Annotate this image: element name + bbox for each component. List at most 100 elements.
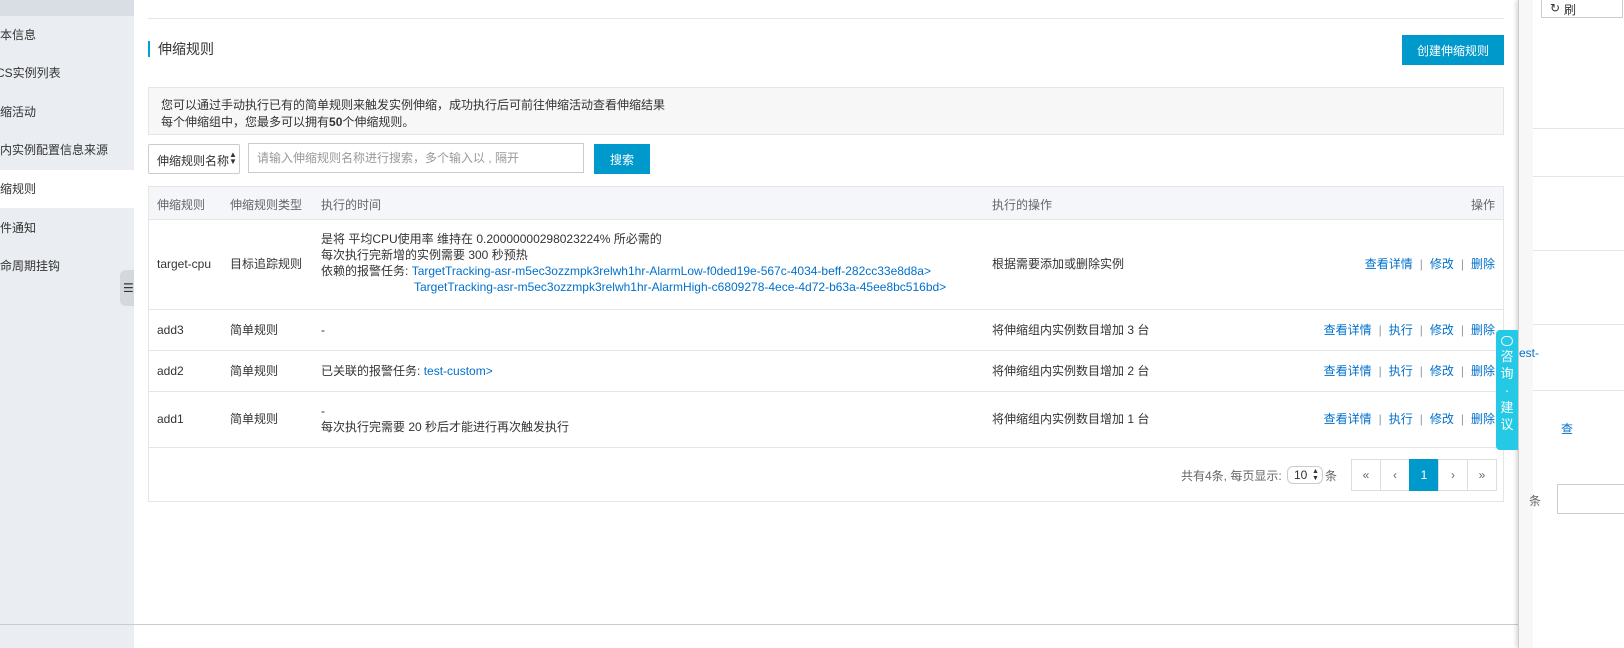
create-scaling-rule-button[interactable]: 创建伸缩规则 xyxy=(1402,35,1504,65)
notice-line-1: 您可以通过手动执行已有的简单规则来触发实例伸缩，成功执行后可前往伸缩活动查看伸缩… xyxy=(161,98,666,112)
header-operations: 操作 xyxy=(1470,198,1495,212)
search-filter-select[interactable]: 伸缩规则名称 ▲ ▼ xyxy=(148,144,240,174)
edit-link[interactable]: 修改 xyxy=(1430,364,1454,378)
alarm-task-link[interactable]: test-custom> xyxy=(424,364,493,378)
view-details-link[interactable]: 查看详情 xyxy=(1324,412,1372,426)
divider xyxy=(1533,250,1624,251)
alarm-high-link[interactable]: TargetTracking-asr-m5ec3ozzmpk3relwh1hr-… xyxy=(414,280,946,294)
table-row: add1 简单规则 - 每次执行完需要 20 秒后才能进行再次触发执行 将伸缩组… xyxy=(149,392,1503,448)
sidebar-item-label: 缩规则 xyxy=(0,182,37,196)
sidebar-item-label: 命周期挂钩 xyxy=(0,259,61,273)
refresh-button[interactable]: ↻ 刷 xyxy=(1541,0,1623,18)
header-rule-name: 伸缩规则 xyxy=(157,198,206,212)
consult-char: · xyxy=(1504,383,1510,398)
prev-page-button[interactable]: ‹ xyxy=(1380,459,1410,491)
sidebar-item-label: 件通知 xyxy=(0,221,37,235)
sidebar-item-notifications[interactable]: 件通知 xyxy=(0,209,134,247)
sidebar-item-label: 缩活动 xyxy=(0,105,37,119)
table-row: add2 简单规则 已关联的报警任务: test-custom> 将伸缩组内实例… xyxy=(149,351,1503,392)
sidebar-item-basic-info[interactable]: 本信息 xyxy=(0,16,134,54)
pagination-unit: 条 xyxy=(1325,469,1338,483)
sidebar-collapse-button[interactable]: ☰ xyxy=(120,270,134,306)
separator: | xyxy=(1419,412,1423,426)
page-1-button[interactable]: 1 xyxy=(1409,459,1439,491)
page-size-select[interactable]: 10 ▲ ▼ xyxy=(1287,466,1323,484)
separator: | xyxy=(1460,323,1464,337)
separator: | xyxy=(1460,364,1464,378)
search-input[interactable] xyxy=(248,143,584,173)
consult-suggestion-button[interactable]: 咨 询 · 建 议 xyxy=(1496,330,1518,450)
separator: | xyxy=(1460,257,1464,271)
chat-icon xyxy=(1501,336,1513,346)
sidebar-item-config-source[interactable]: 内实例配置信息来源 xyxy=(0,131,134,169)
edit-link[interactable]: 修改 xyxy=(1430,412,1454,426)
rule-type: 简单规则 xyxy=(230,323,279,337)
rule-name: add1 xyxy=(157,412,184,426)
separator: | xyxy=(1460,412,1464,426)
background-text: 条 xyxy=(1529,494,1542,508)
row-operations: 查看详情 | 执行 | 修改 | 删除 xyxy=(1324,411,1495,427)
collapse-icon: ☰ xyxy=(123,281,134,295)
execute-link[interactable]: 执行 xyxy=(1389,364,1413,378)
divider xyxy=(1533,390,1624,391)
execute-link[interactable]: 执行 xyxy=(1389,412,1413,426)
pagination: 共有4条, 每页显示: 10 ▲ ▼ 条 « ‹ 1 › » xyxy=(149,459,1503,491)
last-page-button[interactable]: » xyxy=(1467,459,1497,491)
search-filter-value: 伸缩规则名称 xyxy=(157,154,230,168)
pagination-total: 共有4条, 每页显示: xyxy=(1181,469,1282,483)
exec-time: 已关联的报警任务: test-custom> xyxy=(321,363,493,379)
row-operations: 查看详情 | 修改 | 删除 xyxy=(1365,256,1495,272)
view-details-link[interactable]: 查看详情 xyxy=(1365,257,1413,271)
alarm-task-label: 依赖的报警任务: xyxy=(321,264,409,278)
separator: | xyxy=(1378,323,1382,337)
rule-type: 简单规则 xyxy=(230,412,279,426)
consult-char: 咨 xyxy=(1500,349,1514,364)
delete-link[interactable]: 删除 xyxy=(1471,257,1495,271)
sidebar-item-scaling-activity[interactable]: 缩活动 xyxy=(0,93,134,131)
edit-link[interactable]: 修改 xyxy=(1430,257,1454,271)
delete-link[interactable]: 删除 xyxy=(1471,364,1495,378)
separator: | xyxy=(1419,364,1423,378)
notice-line-2: 每个伸缩组中，您最多可以拥有50个伸缩规则。 xyxy=(161,113,414,130)
sidebar-item-ecs-list[interactable]: CS实例列表 xyxy=(0,54,130,92)
scaling-rules-table: 伸缩规则 伸缩规则类型 执行的时间 执行的操作 操作 target-cpu 目标… xyxy=(148,186,1504,502)
alarm-task-line: TargetTracking-asr-m5ec3ozzmpk3relwh1hr-… xyxy=(321,279,946,295)
consult-char: 建 xyxy=(1500,400,1514,415)
exec-action: 将伸缩组内实例数目增加 2 台 xyxy=(992,364,1150,378)
alarm-task-label: 已关联的报警任务: xyxy=(321,364,421,378)
view-details-link[interactable]: 查看详情 xyxy=(1324,364,1372,378)
main-content: 伸缩规则 创建伸缩规则 您可以通过手动执行已有的简单规则来触发实例伸缩，成功执行… xyxy=(134,0,1518,648)
sidebar-item-lifecycle-hooks[interactable]: 命周期挂钩 xyxy=(0,247,134,285)
execute-link[interactable]: 执行 xyxy=(1389,323,1413,337)
first-page-button[interactable]: « xyxy=(1351,459,1381,491)
divider xyxy=(1533,128,1624,129)
refresh-label: 刷 xyxy=(1564,3,1577,17)
row-operations: 查看详情 | 执行 | 修改 | 删除 xyxy=(1324,322,1495,338)
delete-link[interactable]: 删除 xyxy=(1471,323,1495,337)
consult-char: 询 xyxy=(1500,366,1514,381)
search-button[interactable]: 搜索 xyxy=(594,144,650,174)
view-details-link[interactable]: 查看详情 xyxy=(1324,323,1372,337)
sidebar-item-label: 内实例配置信息来源 xyxy=(0,143,109,157)
exec-action: 根据需要添加或删除实例 xyxy=(992,257,1125,271)
sidebar-item-scaling-rules[interactable]: 缩规则 xyxy=(0,170,134,208)
notice-text: 个伸缩规则。 xyxy=(342,115,415,129)
sidebar-top xyxy=(0,0,134,16)
separator: | xyxy=(1378,412,1382,426)
alarm-low-link[interactable]: TargetTracking-asr-m5ec3ozzmpk3relwh1hr-… xyxy=(412,264,931,278)
refresh-icon: ↻ xyxy=(1550,1,1561,15)
next-page-button[interactable]: › xyxy=(1438,459,1468,491)
header-rule-type: 伸缩规则类型 xyxy=(230,198,303,212)
rule-type: 目标追踪规则 xyxy=(230,257,303,271)
exec-time-line: 每次执行完新增的实例需要 300 秒预热 xyxy=(321,248,528,262)
sidebar-item-label: CS实例列表 xyxy=(0,66,61,80)
rule-name: target-cpu xyxy=(157,257,212,271)
delete-link[interactable]: 删除 xyxy=(1471,412,1495,426)
divider xyxy=(0,624,1518,625)
background-link-text: est- xyxy=(1519,346,1540,360)
table-header: 伸缩规则 伸缩规则类型 执行的时间 执行的操作 操作 xyxy=(149,187,1503,220)
edit-link[interactable]: 修改 xyxy=(1430,323,1454,337)
exec-time: - xyxy=(321,323,325,337)
separator: | xyxy=(1419,257,1423,271)
divider xyxy=(1533,176,1624,177)
